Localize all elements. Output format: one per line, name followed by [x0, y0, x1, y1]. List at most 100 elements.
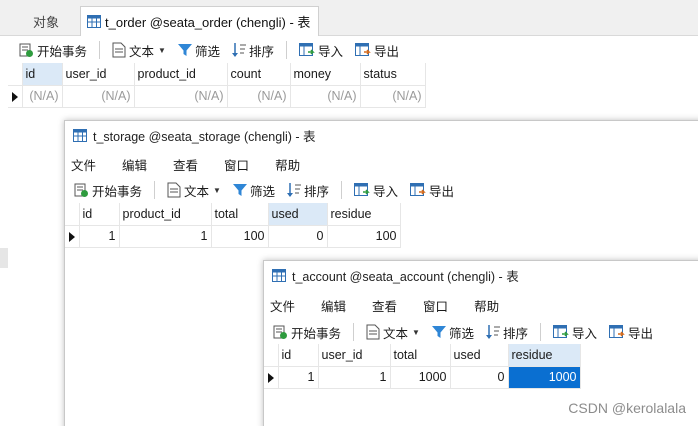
table-cell[interactable]: (N/A)	[360, 85, 426, 108]
column-header-product-id[interactable]: product_id	[134, 63, 228, 86]
row-indicator[interactable]	[264, 366, 279, 389]
watermark: CSDN @kerolalala	[568, 400, 686, 416]
order-header-row: id user_id product_id count money status	[8, 63, 426, 86]
begin-transaction-button[interactable]: 开始事务	[67, 178, 148, 202]
export-button[interactable]: 导出	[404, 178, 460, 202]
column-header-residue[interactable]: residue	[508, 344, 581, 367]
column-header-id[interactable]: id	[22, 63, 63, 86]
export-button[interactable]: 导出	[603, 320, 659, 344]
table-cell[interactable]: 100	[327, 225, 401, 248]
menu-view[interactable]: 查看	[372, 296, 409, 315]
menu-help[interactable]: 帮助	[275, 155, 312, 174]
text-button[interactable]: 文本 ▼	[360, 320, 426, 344]
import-icon	[298, 42, 315, 58]
row-indicator[interactable]	[8, 85, 23, 108]
filter-icon	[431, 325, 446, 339]
table-cell[interactable]: 0	[450, 366, 509, 389]
column-header-id[interactable]: id	[278, 344, 319, 367]
import-label: 导入	[571, 326, 597, 341]
menu-window[interactable]: 窗口	[224, 155, 261, 174]
table-cell[interactable]: 1	[119, 225, 212, 248]
toolbar-divider	[99, 41, 101, 59]
export-button[interactable]: 导出	[349, 38, 405, 62]
filter-label: 筛选	[194, 44, 220, 59]
filter-button[interactable]: 筛选	[227, 178, 281, 202]
row-indicator-header	[8, 63, 23, 86]
import-button[interactable]: 导入	[348, 178, 404, 202]
table-cell[interactable]: 1	[278, 366, 319, 389]
table-cell[interactable]: (N/A)	[227, 85, 291, 108]
toolbar-divider	[154, 181, 156, 199]
text-button[interactable]: 文本 ▼	[161, 178, 227, 202]
menu-edit[interactable]: 编辑	[122, 155, 159, 174]
text-button[interactable]: 文本 ▼	[106, 38, 172, 62]
table-cell[interactable]: 100	[211, 225, 269, 248]
export-icon	[355, 42, 371, 58]
menu-edit[interactable]: 编辑	[321, 296, 358, 315]
row-indicator[interactable]	[65, 225, 80, 248]
begin-transaction-button[interactable]: 开始事务	[12, 38, 93, 62]
begin-transaction-button[interactable]: 开始事务	[266, 320, 347, 344]
column-header-total[interactable]: total	[211, 203, 269, 226]
menu-file[interactable]: 文件	[270, 296, 307, 315]
export-icon	[410, 182, 426, 198]
menu-window[interactable]: 窗口	[423, 296, 460, 315]
column-header-user-id[interactable]: user_id	[318, 344, 391, 367]
import-button[interactable]: 导入	[547, 320, 603, 344]
account-header-row: id user_id total used residue	[264, 344, 581, 367]
table-cell[interactable]: 1	[318, 366, 391, 389]
sort-button[interactable]: 排序	[480, 320, 534, 344]
table-cell[interactable]: 0	[268, 225, 328, 248]
text-label: 文本	[129, 44, 155, 59]
import-icon	[552, 324, 569, 340]
account-toolbar: 开始事务 文本 ▼ 筛选 排序 导入 导出	[266, 318, 659, 346]
menu-file[interactable]: 文件	[71, 155, 108, 174]
table-cell[interactable]: 1000	[390, 366, 451, 389]
import-button[interactable]: 导入	[293, 38, 349, 62]
order-toolbar: 开始事务 文本 ▼ 筛选 排序 导入 导出	[12, 36, 405, 64]
text-icon	[167, 182, 181, 198]
column-header-used[interactable]: used	[450, 344, 509, 367]
menu-help[interactable]: 帮助	[474, 296, 511, 315]
storage-header-row: id product_id total used residue	[65, 203, 401, 226]
tab-t-order[interactable]: t_order @seata_order (chengli) - 表	[80, 6, 320, 36]
sort-button[interactable]: 排序	[226, 38, 280, 62]
begin-transaction-icon	[18, 42, 34, 58]
table-cell[interactable]: (N/A)	[62, 85, 135, 108]
account-window-title-bar[interactable]: t_account @seata_account (chengli) - 表	[264, 261, 698, 289]
column-header-user-id[interactable]: user_id	[62, 63, 135, 86]
column-header-money[interactable]: money	[290, 63, 361, 86]
filter-button[interactable]: 筛选	[172, 38, 226, 62]
tab-t-order-label: t_order @seata_order (chengli) - 表	[105, 15, 311, 30]
table-cell[interactable]: (N/A)	[22, 85, 63, 108]
filter-button[interactable]: 筛选	[426, 320, 480, 344]
begin-transaction-icon	[73, 182, 89, 198]
chevron-down-icon: ▼	[158, 45, 166, 55]
table-cell[interactable]: (N/A)	[290, 85, 361, 108]
text-label: 文本	[383, 326, 409, 341]
selected-table-cell[interactable]: 1000	[508, 366, 581, 389]
column-header-status[interactable]: status	[360, 63, 426, 86]
import-icon	[353, 182, 370, 198]
table-cell[interactable]: 1	[79, 225, 120, 248]
column-header-count[interactable]: count	[227, 63, 291, 86]
column-header-residue[interactable]: residue	[327, 203, 401, 226]
column-header-id[interactable]: id	[79, 203, 120, 226]
begin-transaction-icon	[272, 324, 288, 340]
table-cell[interactable]: (N/A)	[134, 85, 228, 108]
tab-objects[interactable]: 对象	[16, 6, 76, 36]
table-icon	[272, 268, 286, 282]
table-row: 1 1 100 0 100	[65, 225, 401, 248]
toolbar-divider	[340, 181, 342, 199]
text-icon	[366, 324, 380, 340]
menu-view[interactable]: 查看	[173, 155, 210, 174]
column-header-product-id[interactable]: product_id	[119, 203, 212, 226]
sort-button[interactable]: 排序	[281, 178, 335, 202]
storage-window-title-bar[interactable]: t_storage @seata_storage (chengli) - 表	[65, 121, 698, 149]
column-header-used[interactable]: used	[268, 203, 328, 226]
sort-icon	[286, 182, 301, 198]
table-icon	[87, 15, 101, 28]
account-window-title: t_account @seata_account (chengli) - 表	[292, 269, 519, 284]
column-header-total[interactable]: total	[390, 344, 451, 367]
chevron-down-icon: ▼	[412, 327, 420, 337]
